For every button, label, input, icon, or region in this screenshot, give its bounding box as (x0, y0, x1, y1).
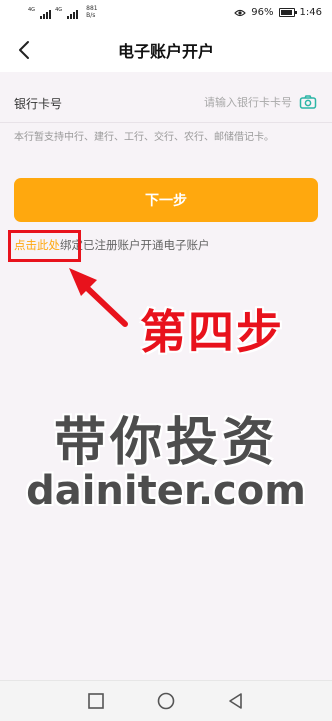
signal-icon (40, 9, 52, 19)
clock: 1:46 (299, 7, 322, 18)
recent-apps-icon[interactable] (86, 691, 106, 711)
battery-icon (278, 8, 297, 17)
status-left: 4G 4G 881 B/s (28, 5, 98, 19)
battery-percent: 96% (251, 7, 274, 18)
bank-card-input[interactable] (140, 92, 292, 112)
net-speed-unit: B/s (86, 12, 96, 19)
arrow-icon (69, 268, 128, 327)
sim2-tag: 4G (55, 7, 63, 13)
header: 电子账户开户 (0, 28, 332, 72)
watermark-url: dainiter.com (26, 468, 306, 514)
bind-account-text: 绑定已注册账户开通电子账户 (60, 238, 210, 252)
net-speed: 881 B/s (86, 5, 97, 19)
step-label: 第四步 (140, 305, 284, 359)
sim1-tag: 4G (28, 7, 36, 13)
bank-card-label: 银行卡号 (14, 97, 63, 111)
back-triangle-icon[interactable] (226, 691, 246, 711)
bank-card-row: 银行卡号 (0, 82, 332, 123)
status-right: 96% 1:46 (234, 7, 322, 18)
camera-icon[interactable] (299, 94, 317, 110)
chevron-left-icon[interactable] (14, 38, 36, 62)
home-icon[interactable] (156, 691, 176, 711)
nav-bar (0, 680, 332, 721)
status-bar: 4G 4G 881 B/s 96% 1:46 (0, 0, 332, 28)
next-step-button[interactable]: 下一步 (14, 178, 318, 222)
signal-icon (67, 9, 79, 19)
watermark-title: 带你投资 (53, 413, 278, 473)
page-title: 电子账户开户 (117, 42, 214, 61)
support-note: 本行暂支持中行、建行、工行、交行、农行、邮储借记卡。 (14, 132, 274, 143)
eye-icon (234, 9, 247, 16)
net-speed-value: 881 (86, 5, 98, 12)
